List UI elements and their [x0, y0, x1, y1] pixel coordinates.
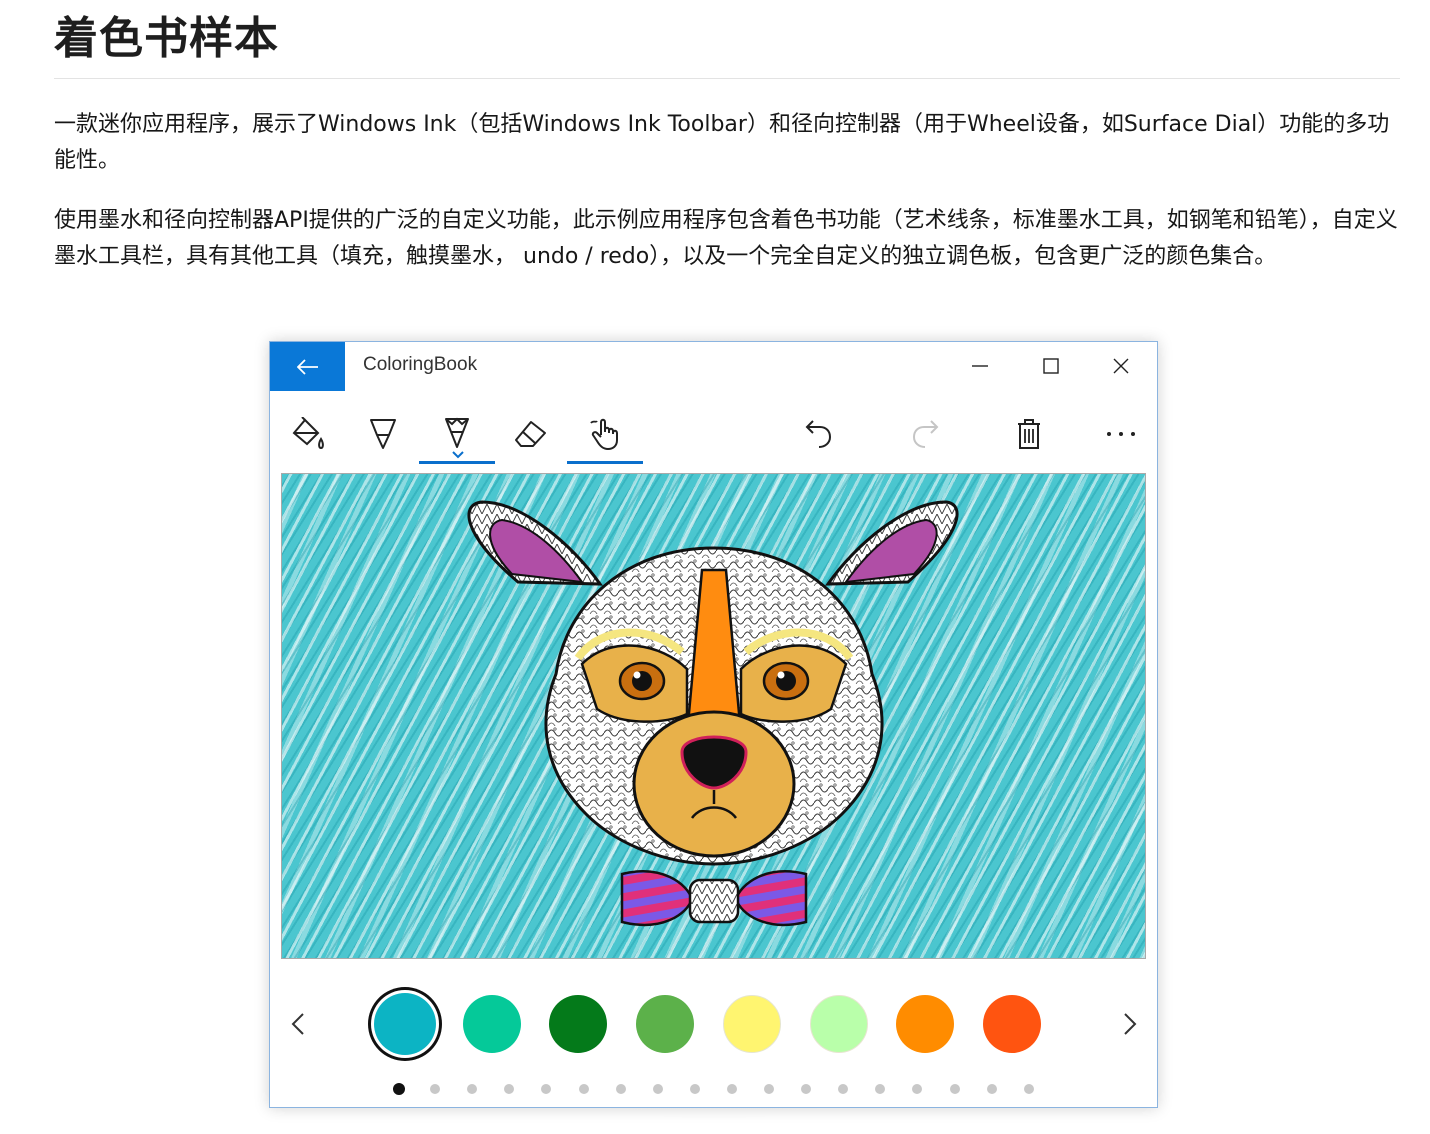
- minimize-icon: [972, 365, 988, 367]
- palette-page-indicator: [270, 1083, 1157, 1096]
- arrow-left-icon: [296, 358, 318, 375]
- pen-icon: [370, 419, 396, 449]
- page-dot[interactable]: [616, 1084, 626, 1094]
- maximize-icon: [1043, 358, 1059, 374]
- touch-writing-icon: [590, 418, 618, 450]
- page-dot[interactable]: [875, 1084, 885, 1094]
- minimize-button[interactable]: [958, 348, 1002, 384]
- color-swatch[interactable]: [636, 995, 694, 1053]
- details-paragraph: 使用墨水和径向控制器API提供的广泛的自定义功能，此示例应用程序包含着色书功能（…: [54, 208, 1398, 269]
- page-dot[interactable]: [467, 1084, 477, 1094]
- page-dot[interactable]: [838, 1084, 848, 1094]
- intro-paragraph: 一款迷你应用程序，展示了Windows Ink（包括Windows Ink To…: [54, 112, 1390, 173]
- eraser-tool-button[interactable]: [496, 409, 566, 459]
- dog-line-art-image: [467, 500, 959, 927]
- more-button[interactable]: [1086, 409, 1156, 459]
- selected-indicator: [567, 461, 643, 464]
- page-dot[interactable]: [950, 1084, 960, 1094]
- delete-all-button[interactable]: [994, 409, 1064, 459]
- maximize-button[interactable]: [1029, 348, 1073, 384]
- delete-icon: [1018, 419, 1040, 449]
- back-button[interactable]: [270, 342, 345, 391]
- app-window: ColoringBook: [269, 341, 1158, 1108]
- page-dot[interactable]: [912, 1084, 922, 1094]
- chevron-right-icon: [1124, 1013, 1137, 1035]
- fill-tool-button[interactable]: [274, 409, 344, 459]
- undo-icon: [805, 420, 832, 448]
- page-dot[interactable]: [430, 1084, 440, 1094]
- redo-icon: [912, 420, 939, 448]
- page-dot[interactable]: [393, 1083, 405, 1095]
- chevron-left-icon: [291, 1013, 304, 1035]
- touch-writing-button[interactable]: [567, 409, 643, 464]
- title-divider: [54, 78, 1400, 79]
- page-dot[interactable]: [801, 1084, 811, 1094]
- page-dot[interactable]: [504, 1084, 514, 1094]
- color-swatch[interactable]: [810, 995, 868, 1053]
- page-dot[interactable]: [541, 1084, 551, 1094]
- palette-next-button[interactable]: [1115, 1004, 1145, 1044]
- eraser-icon: [515, 421, 546, 447]
- more-icon: [1107, 432, 1135, 436]
- color-swatch[interactable]: [549, 995, 607, 1053]
- close-icon: [1113, 358, 1129, 374]
- color-swatch[interactable]: [983, 995, 1041, 1053]
- app-title: ColoringBook: [363, 354, 478, 375]
- close-button[interactable]: [1099, 348, 1143, 384]
- page-dot[interactable]: [727, 1084, 737, 1094]
- pen-tool-button[interactable]: [348, 409, 418, 459]
- pencil-tool-button[interactable]: [419, 409, 495, 464]
- color-palette: [270, 982, 1157, 1062]
- page-title: 着色书样本: [54, 13, 279, 64]
- redo-button[interactable]: [890, 409, 960, 459]
- pencil-icon: [445, 417, 469, 448]
- color-swatch[interactable]: [723, 995, 781, 1053]
- page-dot[interactable]: [653, 1084, 663, 1094]
- page-dot[interactable]: [764, 1084, 774, 1094]
- palette-prev-button[interactable]: [283, 1004, 313, 1044]
- color-swatch[interactable]: [896, 995, 954, 1053]
- page-dot[interactable]: [690, 1084, 700, 1094]
- color-swatch[interactable]: [463, 995, 521, 1053]
- color-swatch[interactable]: [374, 993, 436, 1055]
- page-dot[interactable]: [579, 1084, 589, 1094]
- ink-canvas[interactable]: [281, 473, 1146, 959]
- title-bar: ColoringBook: [270, 342, 1157, 391]
- chevron-down-icon: [452, 451, 464, 459]
- paint-bucket-icon: [292, 417, 324, 450]
- undo-button[interactable]: [784, 409, 854, 459]
- page-dot[interactable]: [987, 1084, 997, 1094]
- page-dot[interactable]: [1024, 1084, 1034, 1094]
- ink-toolbar: [270, 397, 1157, 467]
- selected-indicator: [419, 461, 495, 464]
